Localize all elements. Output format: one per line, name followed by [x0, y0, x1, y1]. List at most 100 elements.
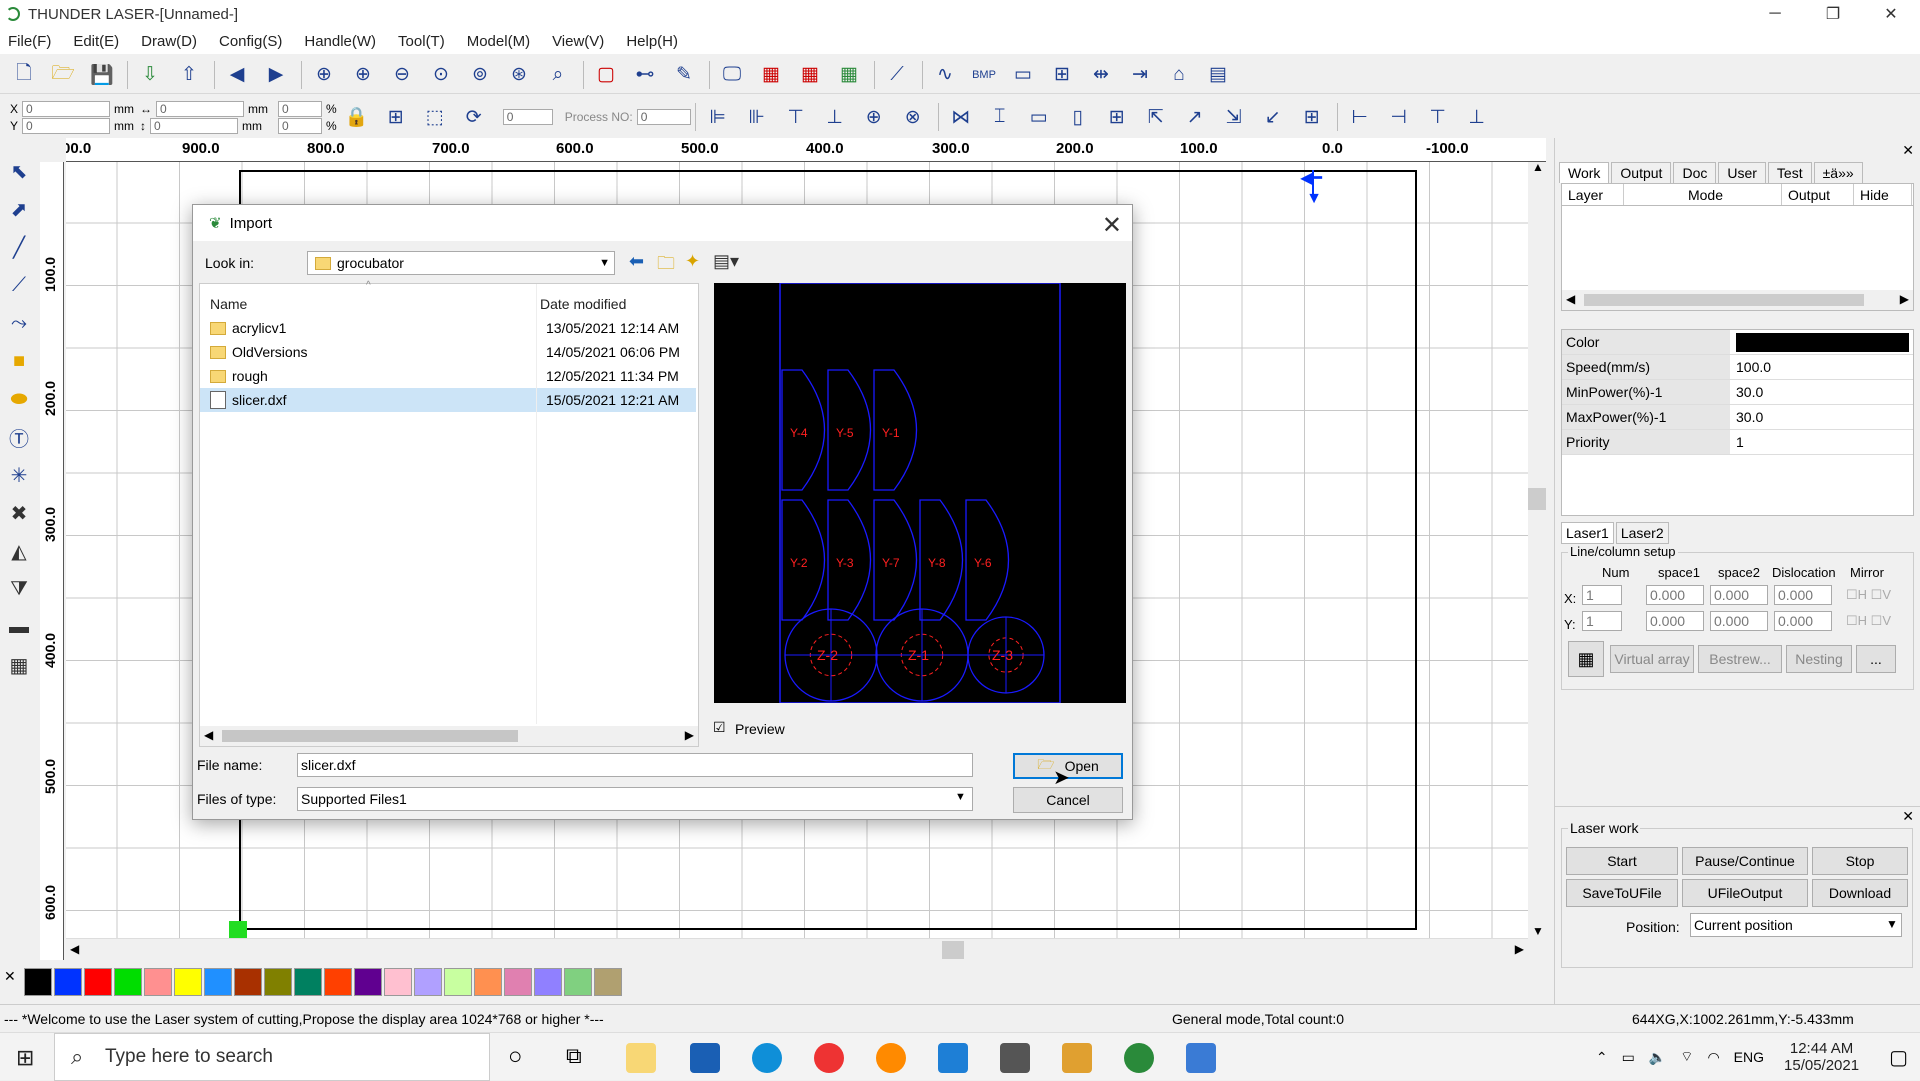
- scroll-down-icon[interactable]: ▼: [1532, 924, 1544, 938]
- color-swatch[interactable]: [534, 968, 562, 996]
- layer-hscroll[interactable]: ◀ ▶: [1562, 290, 1913, 310]
- delete-icon[interactable]: ✖: [4, 498, 34, 528]
- color-swatch[interactable]: [264, 968, 292, 996]
- tab-work[interactable]: Work: [1559, 162, 1610, 183]
- tab-output[interactable]: Output: [1611, 162, 1672, 183]
- layer-table[interactable]: Layer Mode Output Hide ◀ ▶: [1561, 183, 1914, 311]
- mirror-h-icon[interactable]: ◭: [4, 536, 34, 566]
- tab-laser1[interactable]: Laser1: [1561, 522, 1614, 544]
- center-page-icon[interactable]: ⊞: [1103, 103, 1131, 131]
- windows-start-icon[interactable]: ⊞: [16, 1045, 34, 1071]
- menu-help[interactable]: Help(H): [626, 33, 678, 50]
- rect-tool-icon[interactable]: ■: [4, 346, 34, 376]
- download-button[interactable]: Download: [1812, 879, 1908, 907]
- volume-icon[interactable]: 🔈: [1649, 1049, 1666, 1066]
- dialog-close-icon[interactable]: ✕: [1102, 211, 1122, 240]
- list-item-selected[interactable]: slicer.dxf 15/05/2021 12:21 AM: [200, 388, 696, 412]
- color-swatch[interactable]: [354, 968, 382, 996]
- zoom-in-icon[interactable]: ⊕: [349, 61, 377, 89]
- start-button[interactable]: Start: [1566, 847, 1678, 875]
- file-explorer-icon[interactable]: [626, 1043, 656, 1073]
- color-swatch[interactable]: [84, 968, 112, 996]
- corner-bl-icon[interactable]: ↙: [1259, 103, 1287, 131]
- prop-minpower-value[interactable]: 30.0: [1730, 380, 1913, 404]
- array-grid-icon[interactable]: ▦: [1568, 641, 1604, 677]
- lc-x-space2[interactable]: 0.000: [1710, 585, 1768, 605]
- same-width-icon[interactable]: ⋈: [947, 103, 975, 131]
- clock[interactable]: 12:44 AM 15/05/2021: [1784, 1040, 1859, 1074]
- view-menu-icon[interactable]: ▤▾: [713, 251, 739, 272]
- align-h-icon[interactable]: ⇹: [1087, 61, 1115, 89]
- zoom-page-icon[interactable]: ⊛: [505, 61, 533, 89]
- color-swatch[interactable]: [594, 968, 622, 996]
- new-folder-icon[interactable]: ✦: [685, 251, 700, 272]
- x-scale-input[interactable]: 0: [278, 100, 323, 117]
- mirror-v-icon[interactable]: ⧩: [4, 574, 34, 604]
- pen-icon[interactable]: ✎: [670, 61, 698, 89]
- point-tool-icon[interactable]: ✳: [4, 460, 34, 490]
- app-icon-orange[interactable]: [1062, 1043, 1092, 1073]
- lc-x-space1[interactable]: 0.000: [1646, 585, 1704, 605]
- x-input[interactable]: 0: [22, 100, 111, 117]
- cortana-icon[interactable]: ○: [508, 1043, 523, 1071]
- color-swatch[interactable]: [384, 968, 412, 996]
- menu-view[interactable]: View(V): [552, 33, 604, 50]
- zoom-select-icon[interactable]: ⊚: [466, 61, 494, 89]
- menu-tool[interactable]: Tool(T): [398, 33, 445, 50]
- color-swatch[interactable]: [234, 968, 262, 996]
- menu-edit[interactable]: Edit(E): [73, 33, 119, 50]
- menu-draw[interactable]: Draw(D): [141, 33, 197, 50]
- color-grid2-icon[interactable]: ▦: [796, 61, 824, 89]
- file-list[interactable]: ^ Name Date modified acrylicv1 13/05/202…: [199, 280, 699, 747]
- col-name[interactable]: Name: [200, 296, 540, 312]
- polyline-icon[interactable]: ⟋: [4, 270, 34, 300]
- edge-top-icon[interactable]: ⊤: [1424, 103, 1452, 131]
- canvas-vscroll[interactable]: ▲ ▼: [1528, 160, 1546, 938]
- import-icon[interactable]: ⇩: [136, 61, 164, 89]
- language-indicator[interactable]: ENG: [1734, 1049, 1764, 1065]
- tab-laser2[interactable]: Laser2: [1615, 522, 1669, 544]
- lc-y-dislocation[interactable]: 0.000: [1774, 611, 1832, 631]
- col-date[interactable]: Date modified: [540, 296, 626, 312]
- preview-checkbox[interactable]: ☑: [713, 719, 726, 736]
- page-center-icon[interactable]: ⊞: [1298, 103, 1326, 131]
- zoom-icon[interactable]: ⊕: [310, 61, 338, 89]
- battery-icon[interactable]: ▭: [1622, 1049, 1635, 1066]
- edge-left-icon[interactable]: ⊢: [1346, 103, 1374, 131]
- list-item[interactable]: OldVersions 14/05/2021 06:06 PM: [200, 340, 698, 364]
- chevron-down-icon[interactable]: ▼: [955, 791, 966, 803]
- color-swatch[interactable]: [474, 968, 502, 996]
- scroll-right-icon[interactable]: ▶: [1515, 942, 1524, 956]
- align-right2-icon[interactable]: ⊪: [743, 103, 771, 131]
- curve-icon[interactable]: ∿: [931, 61, 959, 89]
- list-item[interactable]: rough 12/05/2021 11:34 PM: [200, 364, 698, 388]
- prop-color-value[interactable]: [1730, 330, 1913, 354]
- menu-handle[interactable]: Handle(W): [304, 33, 376, 50]
- curve-tool-icon[interactable]: ⤳: [4, 308, 34, 338]
- edge-icon[interactable]: [752, 1043, 782, 1073]
- lc-y-mirror[interactable]: ☐H ☐V: [1846, 613, 1891, 629]
- app-icon-gray[interactable]: [1000, 1043, 1030, 1073]
- monitor-icon[interactable]: 🖵: [718, 61, 746, 89]
- color-swatch[interactable]: [564, 968, 592, 996]
- tab-user[interactable]: User: [1718, 162, 1766, 183]
- file-name-input[interactable]: slicer.dxf: [297, 753, 973, 777]
- color-swatch[interactable]: [114, 968, 142, 996]
- array-icon[interactable]: ⊞: [1048, 61, 1076, 89]
- rotate-input[interactable]: 0: [502, 109, 553, 125]
- tray-up-icon[interactable]: ⌃: [1596, 1049, 1608, 1066]
- back-arrow-icon[interactable]: ⬅: [629, 251, 644, 272]
- file-list-hscroll[interactable]: ◀ ▶: [200, 726, 698, 746]
- app-icon-s[interactable]: [1186, 1043, 1216, 1073]
- node-icon[interactable]: ⊷: [631, 61, 659, 89]
- color-swatch[interactable]: [324, 968, 352, 996]
- prop-priority-value[interactable]: 1: [1730, 430, 1913, 454]
- cancel-button[interactable]: Cancel: [1013, 787, 1123, 813]
- align-bottom-icon[interactable]: ⊥: [821, 103, 849, 131]
- corner-tl-icon[interactable]: ⇱: [1142, 103, 1170, 131]
- center-v-icon[interactable]: ⊗: [899, 103, 927, 131]
- close-button[interactable]: ✕: [1862, 0, 1920, 28]
- color-swatch[interactable]: [504, 968, 532, 996]
- color-swatch[interactable]: [414, 968, 442, 996]
- color-swatch[interactable]: [144, 968, 172, 996]
